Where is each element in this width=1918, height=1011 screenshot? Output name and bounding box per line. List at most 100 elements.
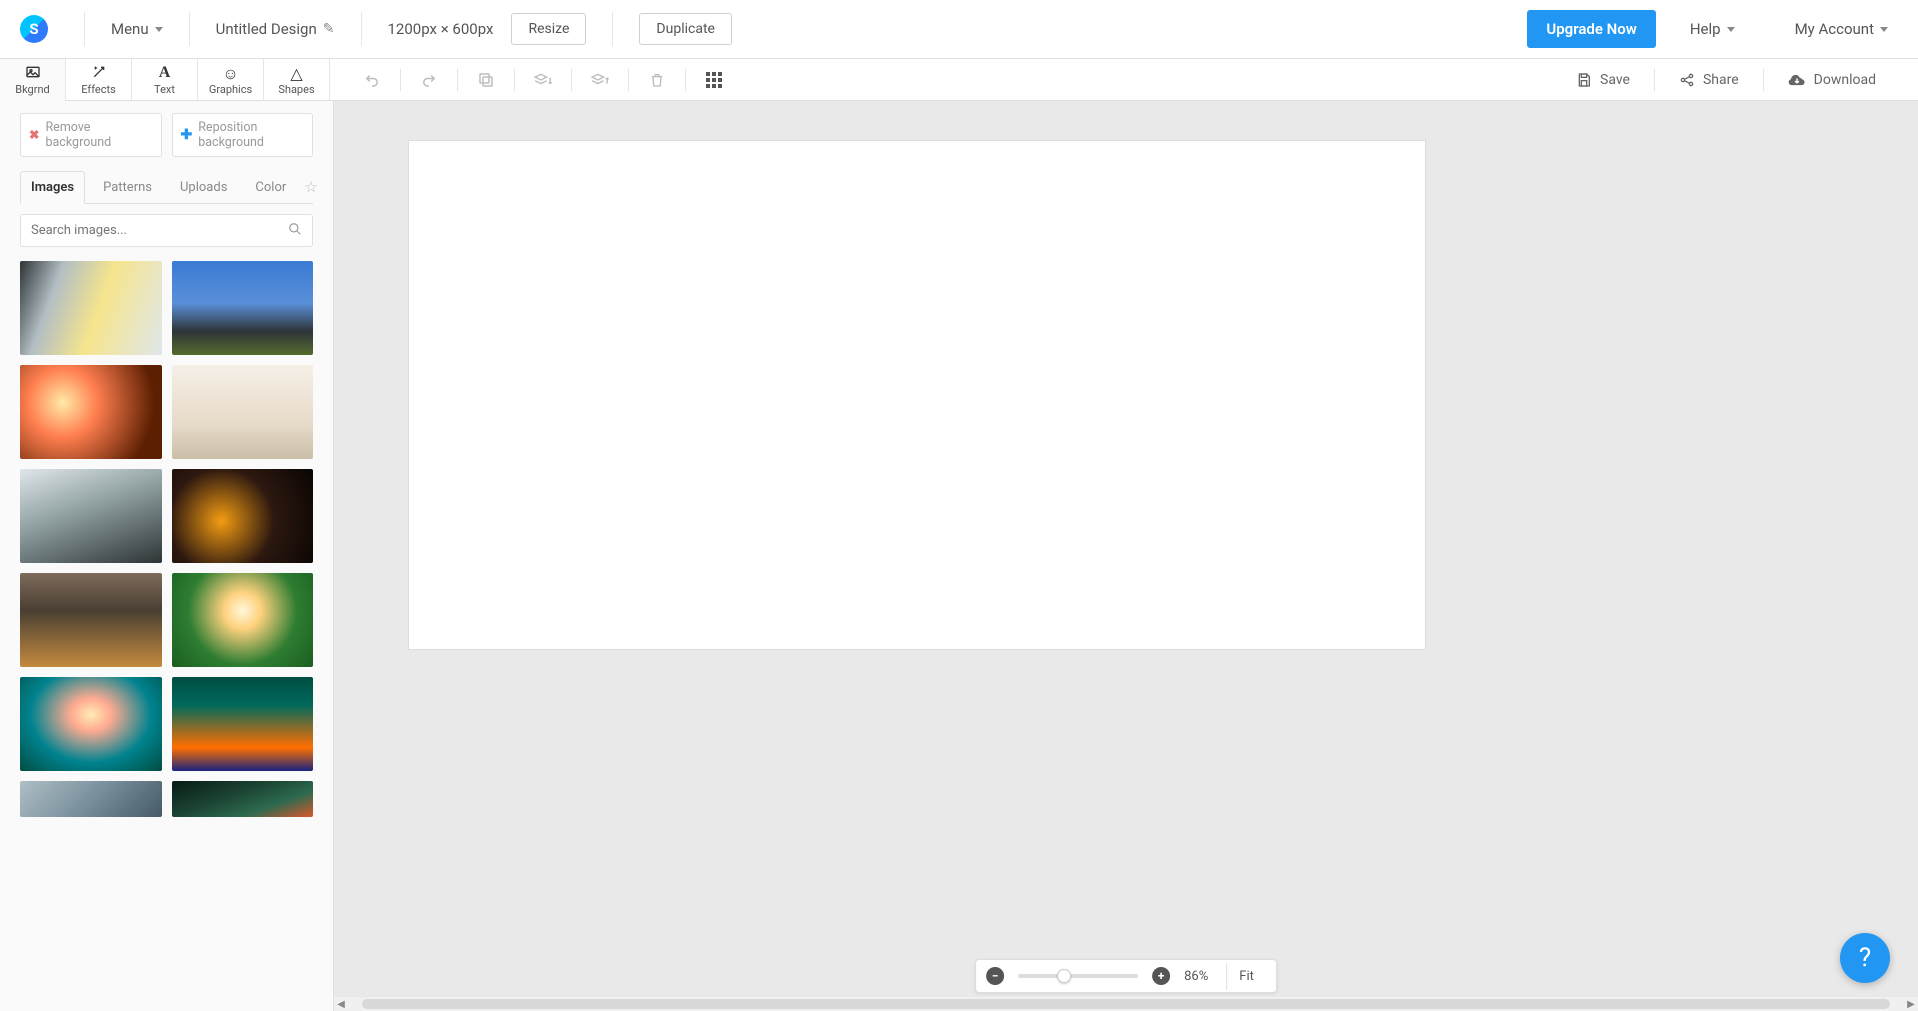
scroll-left-arrow-icon[interactable]: ◀ — [334, 999, 348, 1010]
sidebar: ✖ Remove background ✚ Reposition backgro… — [0, 101, 334, 1011]
image-thumbnail[interactable] — [172, 365, 314, 459]
image-icon — [25, 64, 41, 80]
search-input[interactable] — [31, 223, 288, 238]
redo-icon — [420, 71, 438, 89]
caret-down-icon — [155, 27, 163, 32]
star-icon: ☆ — [304, 178, 317, 196]
zoom-fit-button[interactable]: Fit — [1226, 963, 1266, 990]
tool-tab-background[interactable]: Bkgrnd — [0, 59, 66, 100]
image-thumbnail[interactable] — [172, 261, 314, 355]
reposition-background-button[interactable]: ✚ Reposition background — [172, 113, 314, 157]
main-area: ✖ Remove background ✚ Reposition backgro… — [0, 101, 1918, 1011]
copy-button[interactable] — [464, 59, 508, 101]
scroll-right-arrow-icon[interactable]: ▶ — [1904, 999, 1918, 1010]
resize-button[interactable]: Resize — [511, 13, 586, 45]
tool-tab-graphics[interactable]: ☺ Graphics — [198, 59, 264, 100]
image-thumbnail[interactable] — [20, 469, 162, 563]
image-thumbnail[interactable] — [20, 677, 162, 771]
share-button[interactable]: Share — [1661, 72, 1757, 88]
plus-icon: ✚ — [181, 127, 193, 143]
download-label: Download — [1814, 72, 1876, 88]
smiley-icon: ☺ — [222, 64, 238, 80]
divider — [571, 69, 572, 91]
favorites-button[interactable]: ☆ — [304, 178, 317, 196]
layers-up-icon — [590, 71, 610, 89]
subtab-color[interactable]: Color — [245, 172, 296, 203]
subtab-uploads[interactable]: Uploads — [170, 172, 237, 203]
horizontal-scrollbar[interactable]: ◀ ▶ — [334, 997, 1918, 1011]
image-thumbnail[interactable] — [172, 677, 314, 771]
design-title[interactable]: Untitled Design ✎ — [190, 20, 361, 38]
canvas-viewport[interactable]: − + 86% Fit ◀ ▶ ? — [334, 101, 1918, 1011]
zoom-slider-handle[interactable] — [1057, 969, 1071, 983]
upgrade-button[interactable]: Upgrade Now — [1527, 10, 1655, 48]
plus-icon: + — [1158, 969, 1165, 983]
divider — [1763, 69, 1764, 91]
delete-button[interactable] — [635, 59, 679, 101]
subtab-images[interactable]: Images — [20, 171, 85, 204]
image-thumbnail[interactable] — [172, 469, 314, 563]
layers-down-icon — [533, 71, 553, 89]
zoom-controls: − + 86% Fit — [975, 959, 1277, 993]
tool-tab-label: Graphics — [209, 83, 252, 96]
image-thumbnail[interactable] — [20, 573, 162, 667]
tool-tab-text[interactable]: A Text — [132, 59, 198, 100]
duplicate-button[interactable]: Duplicate — [639, 13, 732, 45]
search-images[interactable] — [20, 214, 313, 247]
image-thumbnail[interactable] — [20, 261, 162, 355]
zoom-in-button[interactable]: + — [1152, 967, 1170, 985]
tool-actions-right: Save Share Download — [1558, 69, 1918, 91]
send-backward-button[interactable] — [521, 59, 565, 101]
help-dropdown[interactable]: Help — [1656, 20, 1769, 38]
grid-icon — [706, 72, 722, 88]
divider — [400, 69, 401, 91]
trash-icon — [649, 71, 665, 89]
divider — [685, 69, 686, 91]
help-label: Help — [1690, 20, 1721, 38]
caret-down-icon — [1727, 27, 1735, 32]
zoom-out-button[interactable]: − — [986, 967, 1004, 985]
grid-button[interactable] — [692, 59, 736, 101]
tool-tab-label: Bkgrnd — [15, 83, 50, 96]
zoom-slider[interactable] — [1018, 974, 1138, 978]
help-fab-button[interactable]: ? — [1840, 933, 1890, 983]
reposition-bg-label: Reposition background — [198, 120, 304, 150]
scrollbar-track[interactable] — [362, 999, 1890, 1009]
tool-tab-effects[interactable]: Effects — [66, 59, 132, 100]
image-grid — [20, 261, 313, 817]
remove-icon: ✖ — [29, 127, 39, 143]
cloud-download-icon — [1788, 72, 1806, 88]
share-label: Share — [1703, 72, 1739, 88]
text-icon: A — [159, 64, 171, 80]
app-logo[interactable]: S — [20, 15, 48, 43]
triangle-icon: △ — [290, 64, 302, 80]
tool-tab-shapes[interactable]: △ Shapes — [264, 59, 330, 100]
bring-forward-button[interactable] — [578, 59, 622, 101]
image-thumbnail[interactable] — [20, 781, 162, 817]
design-canvas[interactable] — [409, 141, 1425, 649]
save-button[interactable]: Save — [1558, 72, 1648, 88]
download-button[interactable]: Download — [1770, 72, 1894, 88]
menu-dropdown[interactable]: Menu — [85, 20, 189, 38]
divider — [514, 69, 515, 91]
account-dropdown[interactable]: My Account — [1769, 20, 1918, 38]
tool-tab-label: Effects — [81, 83, 116, 96]
top-menubar: S Menu Untitled Design ✎ 1200px × 600px … — [0, 0, 1918, 59]
undo-button[interactable] — [350, 59, 394, 101]
remove-background-button[interactable]: ✖ Remove background — [20, 113, 162, 157]
background-subtabs: Images Patterns Uploads Color ☆ — [20, 171, 313, 204]
caret-down-icon — [1880, 27, 1888, 32]
tool-row: Bkgrnd Effects A Text ☺ Graphics △ Shape… — [0, 59, 1918, 101]
design-title-text: Untitled Design — [216, 20, 317, 38]
tool-tabs: Bkgrnd Effects A Text ☺ Graphics △ Shape… — [0, 59, 330, 100]
zoom-value: 86% — [1184, 969, 1208, 984]
image-thumbnail[interactable] — [172, 781, 314, 817]
redo-button[interactable] — [407, 59, 451, 101]
subtab-patterns[interactable]: Patterns — [93, 172, 162, 203]
question-icon: ? — [1859, 943, 1871, 973]
tool-actions: Save Share Download — [330, 59, 1918, 100]
save-icon — [1576, 72, 1592, 88]
image-thumbnail[interactable] — [20, 365, 162, 459]
image-thumbnail[interactable] — [172, 573, 314, 667]
divider — [457, 69, 458, 91]
